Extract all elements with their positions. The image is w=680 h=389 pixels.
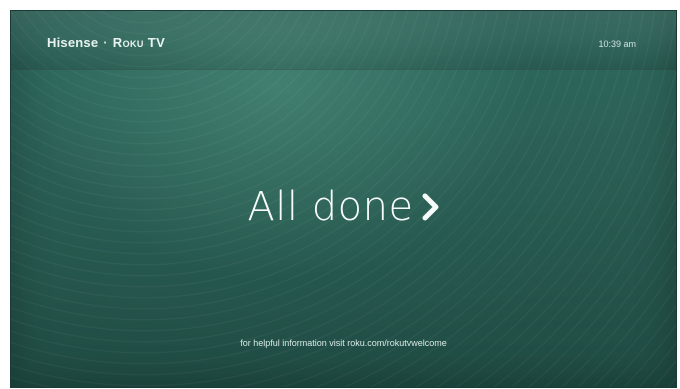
all-done-button[interactable]: All done xyxy=(11,184,676,230)
clock: 10:39 am xyxy=(598,39,636,49)
brand-roku-tv: Roku TV xyxy=(112,35,166,50)
brand-logo: Hisense · Roku TV xyxy=(47,35,165,50)
brand-separator: · xyxy=(103,35,108,50)
tv-screen: Hisense · Roku TV 10:39 am All done for he… xyxy=(10,10,677,388)
top-bar: Hisense · Roku TV 10:39 am xyxy=(11,11,676,70)
help-text: for helpful information visit roku.com/r… xyxy=(240,338,447,348)
brand-hisense: Hisense xyxy=(47,35,99,50)
chevron-right-icon xyxy=(422,193,439,221)
all-done-label: All done xyxy=(247,184,414,230)
